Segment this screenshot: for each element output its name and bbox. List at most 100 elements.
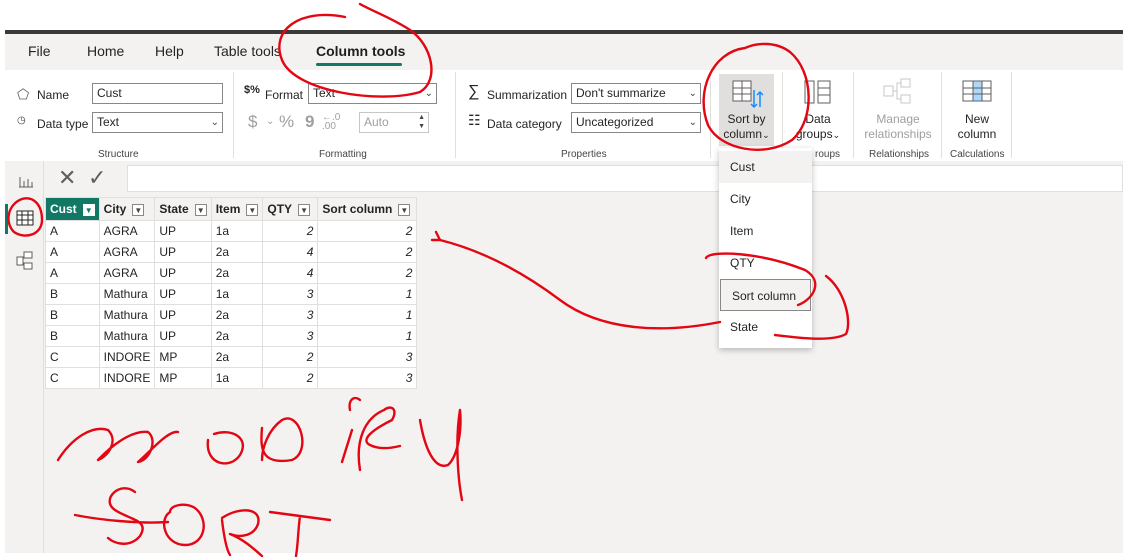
- menu-item-cust[interactable]: Cust: [719, 151, 812, 183]
- column-header-city[interactable]: City ▼: [98, 197, 156, 221]
- table-cell[interactable]: UP: [154, 241, 212, 263]
- menu-item-state[interactable]: State: [719, 311, 812, 343]
- group-separator: [941, 72, 942, 158]
- table-cell[interactable]: A: [45, 241, 100, 263]
- table-cell[interactable]: AGRA: [98, 262, 156, 284]
- tab-table-tools[interactable]: Table tools: [214, 43, 281, 59]
- filter-dropdown-icon[interactable]: ▼: [298, 203, 311, 216]
- table-cell[interactable]: 3: [262, 304, 319, 326]
- menu-item-sort-column[interactable]: Sort column: [720, 279, 811, 311]
- table-cell[interactable]: INDORE: [98, 346, 156, 368]
- table-cell[interactable]: 2: [317, 241, 418, 263]
- data-groups-button[interactable]: Data groups⌄: [792, 112, 844, 143]
- formula-input[interactable]: [127, 165, 1123, 192]
- table-cell[interactable]: AGRA: [98, 241, 156, 263]
- filter-dropdown-icon[interactable]: ▼: [82, 203, 95, 216]
- cancel-formula-icon[interactable]: ✕: [58, 165, 76, 191]
- column-header-state[interactable]: State ▼: [154, 197, 212, 221]
- table-cell[interactable]: C: [45, 346, 100, 368]
- chevron-down-icon: ⌄: [210, 117, 219, 128]
- comma-style-icon[interactable]: 9: [305, 112, 314, 132]
- table-cell[interactable]: B: [45, 304, 100, 326]
- table-cell[interactable]: 1a: [210, 283, 264, 305]
- table-cell[interactable]: 2: [262, 346, 319, 368]
- table-cell[interactable]: 1: [317, 304, 418, 326]
- name-input[interactable]: Cust: [92, 83, 223, 104]
- manage-relationships-button[interactable]: Manage relationships: [858, 112, 938, 142]
- table-cell[interactable]: UP: [154, 262, 212, 284]
- table-cell[interactable]: Mathura: [98, 304, 156, 326]
- table-cell[interactable]: 4: [262, 241, 319, 263]
- table-cell[interactable]: A: [45, 220, 100, 242]
- table-cell[interactable]: 3: [262, 325, 319, 347]
- menu-item-city[interactable]: City: [719, 183, 812, 215]
- decimal-places-value: Auto: [364, 115, 389, 129]
- table-cell[interactable]: MP: [154, 346, 212, 368]
- table-cell[interactable]: 2a: [210, 262, 264, 284]
- format-icon: $%: [244, 84, 260, 96]
- data-category-icon: ☷: [468, 112, 481, 128]
- table-cell[interactable]: 2: [317, 262, 418, 284]
- table-cell[interactable]: 2a: [210, 241, 264, 263]
- column-header-cust[interactable]: Cust ▼: [45, 197, 100, 221]
- menu-item-item[interactable]: Item: [719, 215, 812, 247]
- table-cell[interactable]: 3: [262, 283, 319, 305]
- table-cell[interactable]: B: [45, 325, 100, 347]
- new-column-button[interactable]: New column: [948, 112, 1006, 142]
- currency-icon[interactable]: $: [248, 112, 257, 132]
- filter-dropdown-icon[interactable]: ▼: [194, 203, 207, 216]
- tab-help[interactable]: Help: [155, 43, 184, 59]
- tab-file[interactable]: File: [28, 43, 51, 59]
- table-cell[interactable]: 2: [262, 220, 319, 242]
- table-cell[interactable]: 3: [317, 346, 418, 368]
- table-cell[interactable]: C: [45, 367, 100, 389]
- tab-home[interactable]: Home: [87, 43, 124, 59]
- table-cell[interactable]: A: [45, 262, 100, 284]
- column-header-item[interactable]: Item ▼: [210, 197, 264, 221]
- filter-dropdown-icon[interactable]: ▼: [132, 203, 145, 216]
- chevron-down-icon: ⌄: [762, 130, 770, 140]
- table-cell[interactable]: UP: [154, 283, 212, 305]
- report-view-icon[interactable]: [18, 173, 34, 189]
- column-header-sort-column[interactable]: Sort column ▼: [317, 197, 418, 221]
- table-cell[interactable]: 4: [262, 262, 319, 284]
- table-cell[interactable]: 1: [317, 283, 418, 305]
- table-cell[interactable]: MP: [154, 367, 212, 389]
- table-cell[interactable]: UP: [154, 325, 212, 347]
- column-header-qty[interactable]: QTY ▼: [262, 197, 319, 221]
- table-cell[interactable]: 1a: [210, 220, 264, 242]
- table-cell[interactable]: 1: [317, 325, 418, 347]
- table-cell[interactable]: 2: [262, 367, 319, 389]
- datatype-select[interactable]: Text ⌄: [92, 112, 223, 133]
- table-cell[interactable]: 1a: [210, 367, 264, 389]
- data-category-value: Uncategorized: [576, 115, 654, 129]
- group-separator: [853, 72, 854, 158]
- table-cell[interactable]: Mathura: [98, 283, 156, 305]
- table-cell[interactable]: 2a: [210, 346, 264, 368]
- summarization-select[interactable]: Don't summarize ⌄: [571, 83, 701, 104]
- table-cell[interactable]: UP: [154, 304, 212, 326]
- decimal-places-input[interactable]: Auto ▲ ▼: [359, 112, 429, 133]
- table-cell[interactable]: 2a: [210, 304, 264, 326]
- filter-dropdown-icon[interactable]: ▼: [398, 203, 411, 216]
- table-cell[interactable]: 3: [317, 367, 418, 389]
- table-cell[interactable]: INDORE: [98, 367, 156, 389]
- percent-icon[interactable]: %: [279, 112, 294, 132]
- data-category-select[interactable]: Uncategorized ⌄: [571, 112, 701, 133]
- menu-item-qty[interactable]: QTY: [719, 247, 812, 279]
- tab-column-tools[interactable]: Column tools: [316, 43, 405, 59]
- table-cell[interactable]: Mathura: [98, 325, 156, 347]
- table-cell[interactable]: 2a: [210, 325, 264, 347]
- group-separator: [1011, 72, 1012, 158]
- table-cell[interactable]: UP: [154, 220, 212, 242]
- table-view-icon[interactable]: [16, 210, 34, 226]
- decimal-places-icon[interactable]: ←.0.00: [322, 113, 340, 132]
- table-cell[interactable]: AGRA: [98, 220, 156, 242]
- table-cell[interactable]: 2: [317, 220, 418, 242]
- model-view-icon[interactable]: [16, 251, 34, 271]
- datatype-icon: ◷: [17, 115, 26, 126]
- filter-dropdown-icon[interactable]: ▼: [246, 203, 259, 216]
- format-select[interactable]: Text ⌄: [308, 83, 437, 104]
- commit-formula-icon[interactable]: ✓: [88, 165, 106, 191]
- table-cell[interactable]: B: [45, 283, 100, 305]
